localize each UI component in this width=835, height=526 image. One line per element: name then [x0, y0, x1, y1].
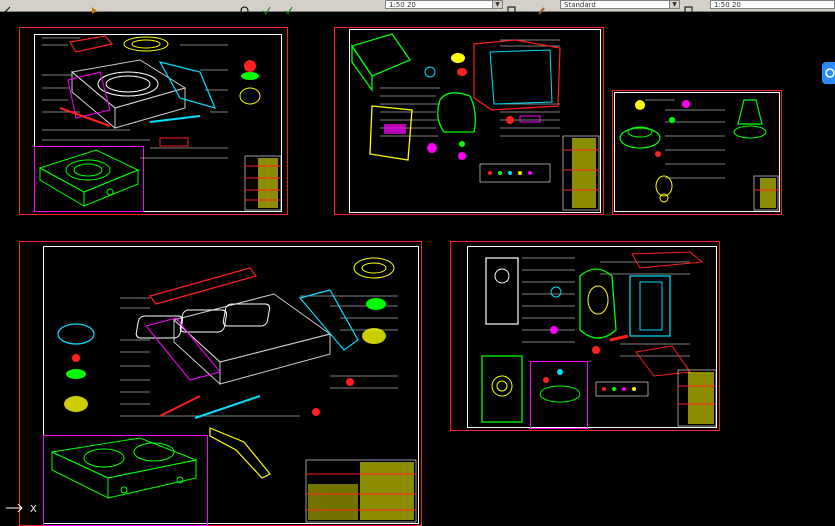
double-stove-detail	[50, 427, 271, 499]
title-block	[753, 175, 779, 211]
title-block	[244, 155, 282, 211]
ucs-icon: X	[4, 496, 44, 526]
svg-text:X: X	[30, 504, 37, 515]
callout-leaders	[120, 295, 398, 417]
callout-leaders	[645, 99, 725, 179]
cad-drawing-canvas[interactable]	[0, 0, 835, 526]
burner-head-exploded	[619, 99, 767, 203]
double-stove-exploded	[57, 257, 395, 419]
valve-exploded	[481, 251, 704, 423]
callout-leaders	[522, 257, 690, 357]
title-block	[562, 135, 600, 211]
title-block	[305, 459, 417, 523]
single-stove-detail	[38, 149, 140, 207]
cloud-sync-icon[interactable]	[822, 62, 835, 84]
single-stove-exploded	[59, 35, 261, 147]
title-block	[677, 369, 717, 427]
ignition-exploded	[350, 33, 561, 183]
callout-leaders	[42, 37, 228, 159]
